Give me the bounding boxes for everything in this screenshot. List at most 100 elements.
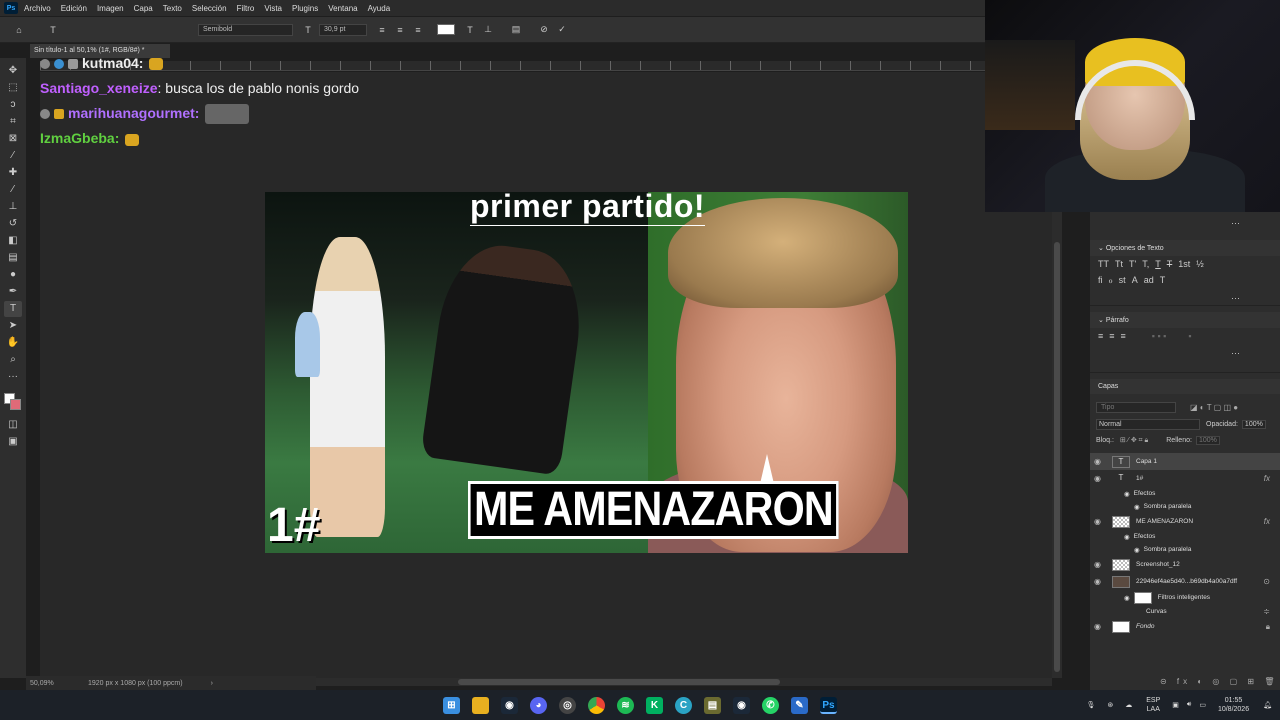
marquee-tool-icon[interactable]: ⬚ — [4, 80, 22, 96]
more-options-icon[interactable]: ··· — [1090, 212, 1280, 228]
healing-tool-icon[interactable]: ✚ — [4, 165, 22, 181]
titling-icon[interactable]: ad — [1144, 275, 1154, 286]
justify-icons[interactable]: ▪ ▪ ▪ — [1152, 331, 1167, 341]
menu-ayuda[interactable]: Ayuda — [368, 4, 391, 13]
frame-tool-icon[interactable]: ⊠ — [4, 131, 22, 147]
path-select-icon[interactable]: ➤ — [4, 318, 22, 334]
photoshop-logo-icon[interactable]: Ps — [4, 2, 18, 14]
eraser-tool-icon[interactable]: ◧ — [4, 233, 22, 249]
thumbnail-number-text[interactable]: 1# — [267, 498, 320, 553]
home-icon[interactable]: ⌂ — [12, 25, 26, 35]
crop-tool-icon[interactable]: ⌗ — [4, 114, 22, 130]
warp-text-icon[interactable]: T — [463, 25, 477, 35]
eye-icon[interactable]: ◉ — [1124, 490, 1130, 498]
para-align-center-icon[interactable]: ≡ — [1109, 331, 1114, 341]
brush-tool-icon[interactable]: ⁄ — [4, 182, 22, 198]
eye-icon[interactable]: ◉ — [1094, 457, 1106, 466]
menu-ventana[interactable]: Ventana — [328, 4, 357, 13]
microphone-icon[interactable]: 🎙︎ — [1087, 701, 1096, 709]
pixel-app-icon[interactable]: ✎ — [791, 696, 808, 714]
layer-effects-row[interactable]: ◉ Efectos — [1090, 487, 1280, 500]
type-tool-icon[interactable]: T — [4, 300, 22, 317]
menu-vista[interactable]: Vista — [264, 4, 282, 13]
layer-row[interactable]: ◉ Fondo 🔒︎ — [1090, 618, 1280, 635]
eye-icon[interactable]: ◉ — [1094, 517, 1106, 526]
fill-input[interactable]: 100% — [1195, 436, 1220, 445]
more-options-icon[interactable]: ··· — [1090, 289, 1280, 303]
layer-row[interactable]: ◉ ME AMENAZARON fx — [1090, 513, 1280, 530]
move-tool-icon[interactable]: ✥ — [4, 63, 22, 79]
justify-all-icon[interactable]: ▪ — [1188, 331, 1191, 341]
align-right-icon[interactable]: ≡ — [411, 25, 425, 35]
font-size-select[interactable]: 30,9 pt — [319, 23, 367, 36]
layer-search-input[interactable]: Tipo — [1096, 402, 1176, 413]
character-panel-icon[interactable]: ▤ — [509, 24, 523, 35]
menu-edicion[interactable]: Edición — [61, 4, 87, 13]
small-caps-icon[interactable]: Tt — [1115, 259, 1123, 269]
fx-icon[interactable]: fx — [1264, 474, 1270, 483]
eye-icon[interactable]: ◉ — [1124, 594, 1130, 602]
clock[interactable]: 01:55 10/8/2026 — [1218, 696, 1249, 714]
lock-icons[interactable]: ⊞ ⁄ ✥ ⌗ 🔒︎ — [1120, 436, 1148, 445]
eye-icon[interactable]: ◉ — [1134, 503, 1140, 511]
ccleaner-icon[interactable]: C — [675, 696, 692, 714]
kick-icon[interactable]: K — [646, 696, 663, 714]
cancel-icon[interactable]: ⊘ — [537, 24, 551, 35]
alt-ligatures-icon[interactable]: ℴ — [1109, 275, 1113, 286]
all-caps-icon[interactable]: TT — [1098, 259, 1109, 269]
notifications-icon[interactable]: 🔔︎ — [1263, 701, 1272, 709]
steam-alt-icon[interactable]: ◉ — [733, 696, 750, 714]
screen-mode-icon[interactable]: ▣ — [4, 434, 22, 450]
background-color[interactable] — [10, 399, 21, 410]
gradient-tool-icon[interactable]: ▤ — [4, 250, 22, 266]
vpn-icon[interactable]: ⊛ — [1107, 701, 1113, 709]
photoshop-taskbar-icon[interactable]: Ps — [820, 696, 837, 714]
quick-mask-icon[interactable]: ◫ — [4, 417, 22, 433]
chrome-icon[interactable] — [588, 696, 605, 714]
fractions-icon[interactable]: ½ — [1196, 259, 1204, 269]
menu-archivo[interactable]: Archivo — [24, 4, 51, 13]
eye-icon[interactable]: ◉ — [1094, 560, 1106, 569]
superscript-icon[interactable]: T' — [1129, 259, 1136, 269]
smart-filter-item[interactable]: Curvas ≑ — [1090, 605, 1280, 618]
layers-title[interactable]: Capas — [1090, 379, 1280, 394]
strikethrough-icon[interactable]: T — [1167, 259, 1173, 269]
layer-effects-row[interactable]: ◉ Efectos — [1090, 530, 1280, 543]
lasso-tool-icon[interactable]: ↄ — [4, 97, 22, 113]
history-brush-icon[interactable]: ↺ — [4, 216, 22, 232]
cloud-icon[interactable]: ☁ — [1125, 701, 1132, 709]
pen-tool-icon[interactable]: ✒ — [4, 284, 22, 300]
ligatures-icon[interactable]: fi — [1098, 275, 1103, 286]
zoom-level[interactable]: 50,09% — [26, 680, 80, 687]
network-icon[interactable]: ▣ — [1172, 701, 1179, 709]
scroll-thumb[interactable] — [1054, 242, 1060, 672]
menu-texto[interactable]: Texto — [163, 4, 182, 13]
menu-capa[interactable]: Capa — [134, 4, 153, 13]
stamp-tool-icon[interactable]: ⊥ — [4, 199, 22, 215]
windows-start-icon[interactable]: ⊞ — [443, 696, 460, 714]
layer-filter-icons[interactable]: ◪ ◐ T ▢ ◫ ● — [1190, 403, 1238, 412]
ordinals-icon[interactable]: 1st — [1178, 259, 1190, 269]
font-style-select[interactable]: Semibold — [198, 23, 293, 36]
eyedropper-tool-icon[interactable]: ⁄ — [4, 148, 22, 164]
discord-icon[interactable]: ◕ — [530, 696, 547, 714]
spotify-icon[interactable]: ≋ — [617, 696, 634, 714]
menu-seleccion[interactable]: Selección — [192, 4, 227, 13]
eye-icon[interactable]: ◉ — [1094, 474, 1106, 483]
underline-icon[interactable]: T — [1155, 259, 1161, 269]
commit-check-icon[interactable]: ✓ — [555, 24, 569, 35]
steam-icon[interactable]: ◉ — [501, 696, 518, 714]
layer-row[interactable]: ◉ T Capa 1 — [1090, 453, 1280, 470]
layer-effects-row[interactable]: ◉ Sombra paralela — [1090, 500, 1280, 513]
smart-filters-row[interactable]: ◉ Filtros inteligentes — [1090, 590, 1280, 605]
thumbnail-caption-text[interactable]: ME AMENAZARON — [468, 481, 839, 539]
eye-icon[interactable]: ◉ — [1124, 533, 1130, 541]
chevron-right-icon[interactable]: › — [211, 680, 213, 687]
text-color-swatch[interactable] — [437, 24, 455, 35]
para-align-right-icon[interactable]: ≡ — [1121, 331, 1126, 341]
hand-tool-icon[interactable]: ✋ — [4, 335, 22, 351]
battery-icon[interactable]: ▭ — [1199, 701, 1206, 709]
stylistic-icon[interactable]: st — [1119, 275, 1126, 286]
eye-icon[interactable]: ◉ — [1094, 622, 1106, 631]
text-tool-preset-icon[interactable]: T — [46, 25, 60, 35]
